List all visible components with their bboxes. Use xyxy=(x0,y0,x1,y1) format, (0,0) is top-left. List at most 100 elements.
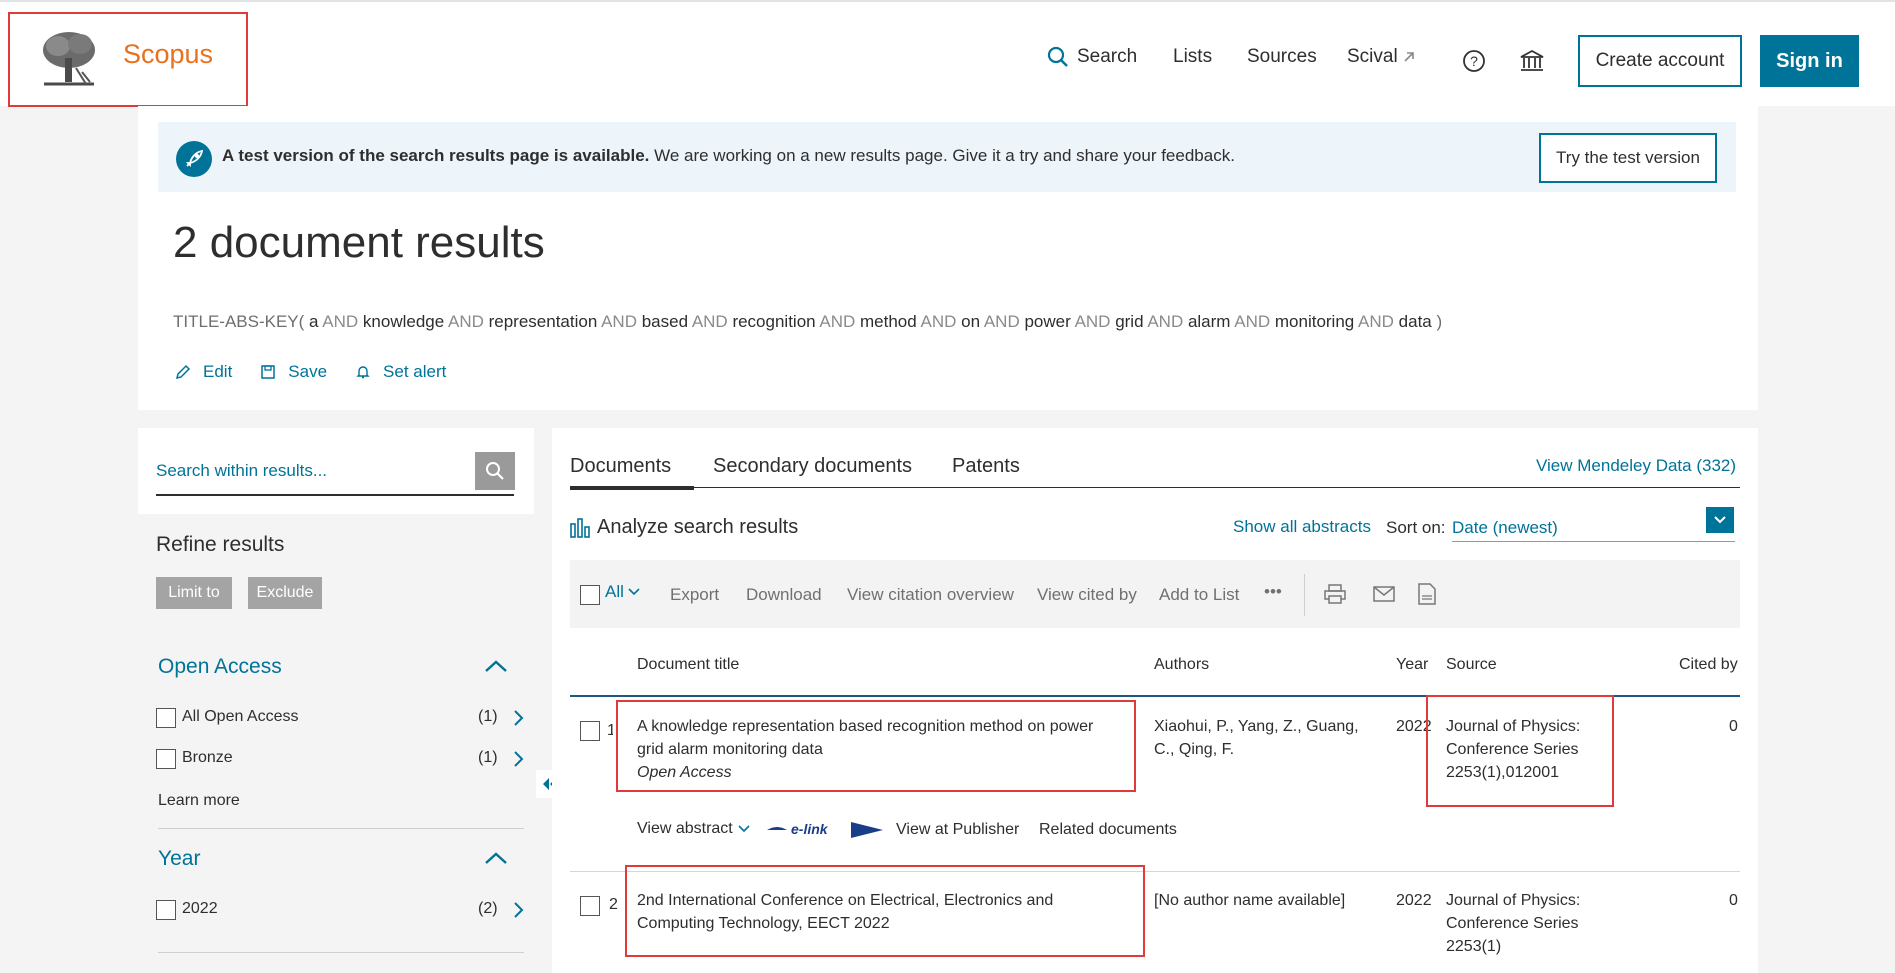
institution-icon[interactable] xyxy=(1519,48,1545,74)
results-count-title: 2 document results xyxy=(173,218,545,267)
tab-secondary-documents[interactable]: Secondary documents xyxy=(713,455,912,478)
analyze-results-link[interactable]: Analyze search results xyxy=(570,516,798,539)
source-line: 2253(1) xyxy=(1446,938,1502,955)
column-authors[interactable]: Authors xyxy=(1154,656,1209,674)
citation-overview-button[interactable]: View citation overview xyxy=(847,585,1014,605)
checkbox[interactable] xyxy=(156,749,176,769)
show-all-abstracts-link[interactable]: Show all abstracts xyxy=(1233,517,1371,537)
source-line: Conference Series xyxy=(1446,915,1579,932)
sign-in-button[interactable]: Sign in xyxy=(1760,35,1859,87)
view-mendeley-link[interactable]: View Mendeley Data (332) xyxy=(1536,456,1736,476)
banner-bold-text: A test version of the search results pag… xyxy=(222,146,650,165)
column-source[interactable]: Source xyxy=(1446,656,1497,674)
set-alert-link[interactable]: Set alert xyxy=(355,362,446,382)
nav-sources[interactable]: Sources xyxy=(1247,46,1317,68)
year-facet-title[interactable]: Year xyxy=(158,847,200,871)
cited-by-count[interactable]: 0 xyxy=(1729,889,1738,912)
banner-message: A test version of the search results pag… xyxy=(222,146,1235,166)
sort-select[interactable]: Date (newest) xyxy=(1452,507,1735,542)
nav-scival[interactable]: Scival xyxy=(1347,46,1416,68)
search-within-results: Search within results... xyxy=(138,428,534,514)
chevron-up-icon[interactable] xyxy=(483,850,509,866)
export-button[interactable]: Export xyxy=(670,585,719,605)
logo-area[interactable]: Scopus xyxy=(8,12,248,107)
download-button[interactable]: Download xyxy=(746,585,822,605)
select-all-label: All xyxy=(605,582,624,601)
limit-to-button[interactable]: Limit to xyxy=(156,577,232,609)
query-term: data xyxy=(1398,312,1437,331)
search-within-input[interactable]: Search within results... xyxy=(156,461,476,481)
exclude-button[interactable]: Exclude xyxy=(248,577,322,609)
e-link-label: e-link xyxy=(791,821,828,837)
chevron-right-icon[interactable] xyxy=(512,709,524,727)
tab-documents[interactable]: Documents xyxy=(570,455,671,478)
external-link-icon xyxy=(1404,52,1414,62)
query-open-paren: ( xyxy=(298,312,310,331)
print-icon[interactable] xyxy=(1324,584,1346,604)
source[interactable]: Journal of Physics: Conference Series 22… xyxy=(1446,889,1580,958)
learn-more-link[interactable]: Learn more xyxy=(158,792,240,810)
pencil-icon xyxy=(175,364,191,380)
query-operator: AND xyxy=(1234,312,1275,331)
nav-lists-label: Lists xyxy=(1173,46,1213,67)
query-operator: AND xyxy=(322,312,363,331)
facet-all-open-access[interactable]: All Open Access (1) xyxy=(156,706,526,730)
related-documents-link[interactable]: Related documents xyxy=(1039,818,1177,841)
nav-search[interactable]: Search xyxy=(1047,46,1137,68)
add-to-list-button[interactable]: Add to List xyxy=(1159,585,1239,605)
query-operator: AND xyxy=(983,312,1025,331)
chevron-right-icon[interactable] xyxy=(512,901,524,919)
author-line: [No author name available] xyxy=(1154,892,1346,909)
tab-patents[interactable]: Patents xyxy=(952,455,1020,478)
pdf-icon[interactable] xyxy=(1418,583,1436,605)
author-line[interactable]: Xiaohui, P., Yang, Z., Guang, xyxy=(1154,715,1359,738)
open-access-facet-title[interactable]: Open Access xyxy=(158,655,282,679)
set-alert-label: Set alert xyxy=(383,362,447,381)
sort-value: Date (newest) xyxy=(1452,518,1558,537)
query-term: representation xyxy=(488,312,602,331)
chevron-up-icon[interactable] xyxy=(483,658,509,674)
facet-label: 2022 xyxy=(182,900,218,917)
create-account-button[interactable]: Create account xyxy=(1578,35,1742,87)
select-all-checkbox[interactable] xyxy=(580,585,600,605)
column-year[interactable]: Year xyxy=(1396,656,1428,674)
view-abstract-toggle[interactable]: View abstract xyxy=(637,820,750,838)
cited-by-count[interactable]: 0 xyxy=(1729,715,1738,738)
try-test-version-button[interactable]: Try the test version xyxy=(1539,133,1717,183)
chevron-right-icon[interactable] xyxy=(512,750,524,768)
checkbox[interactable] xyxy=(156,900,176,920)
chevron-down-icon xyxy=(738,825,750,833)
email-icon[interactable] xyxy=(1373,586,1395,602)
help-icon[interactable]: ? xyxy=(1461,48,1487,74)
search-within-underline xyxy=(156,494,514,496)
query-term: grid xyxy=(1115,312,1148,331)
e-link-logo[interactable]: e-link xyxy=(767,820,883,840)
row-number: 2 xyxy=(609,896,618,913)
save-query-link[interactable]: Save xyxy=(260,362,327,382)
row-checkbox[interactable] xyxy=(580,896,600,916)
column-cited-by[interactable]: Cited by xyxy=(1679,656,1738,674)
edit-query-link[interactable]: Edit xyxy=(175,362,232,382)
facet-bronze[interactable]: Bronze (1) xyxy=(156,747,526,771)
query-term: power xyxy=(1024,312,1075,331)
more-options-button[interactable]: ••• xyxy=(1264,582,1282,602)
facet-divider xyxy=(158,828,524,829)
toolbar-divider xyxy=(1304,574,1305,616)
search-query: TITLE-ABS-KEY( a AND knowledge AND repre… xyxy=(173,312,1442,332)
highlight-box-title-1 xyxy=(616,700,1136,792)
select-all-dropdown[interactable]: All xyxy=(605,582,640,602)
tabs-baseline xyxy=(570,487,1740,488)
row-checkbox[interactable] xyxy=(580,721,600,741)
facet-label: All Open Access xyxy=(182,708,299,725)
view-cited-by-button[interactable]: View cited by xyxy=(1037,585,1137,605)
view-abstract-label: View abstract xyxy=(637,820,733,837)
query-term: monitoring xyxy=(1274,312,1359,331)
nav-lists[interactable]: Lists xyxy=(1173,46,1212,68)
year: 2022 xyxy=(1396,892,1432,909)
search-within-button[interactable] xyxy=(475,452,515,490)
facet-year-2022[interactable]: 2022 (2) xyxy=(156,898,526,922)
column-document-title[interactable]: Document title xyxy=(637,656,739,674)
author-line[interactable]: C., Qing, F. xyxy=(1154,738,1359,761)
view-at-publisher-link[interactable]: View at Publisher xyxy=(896,818,1019,841)
checkbox[interactable] xyxy=(156,708,176,728)
